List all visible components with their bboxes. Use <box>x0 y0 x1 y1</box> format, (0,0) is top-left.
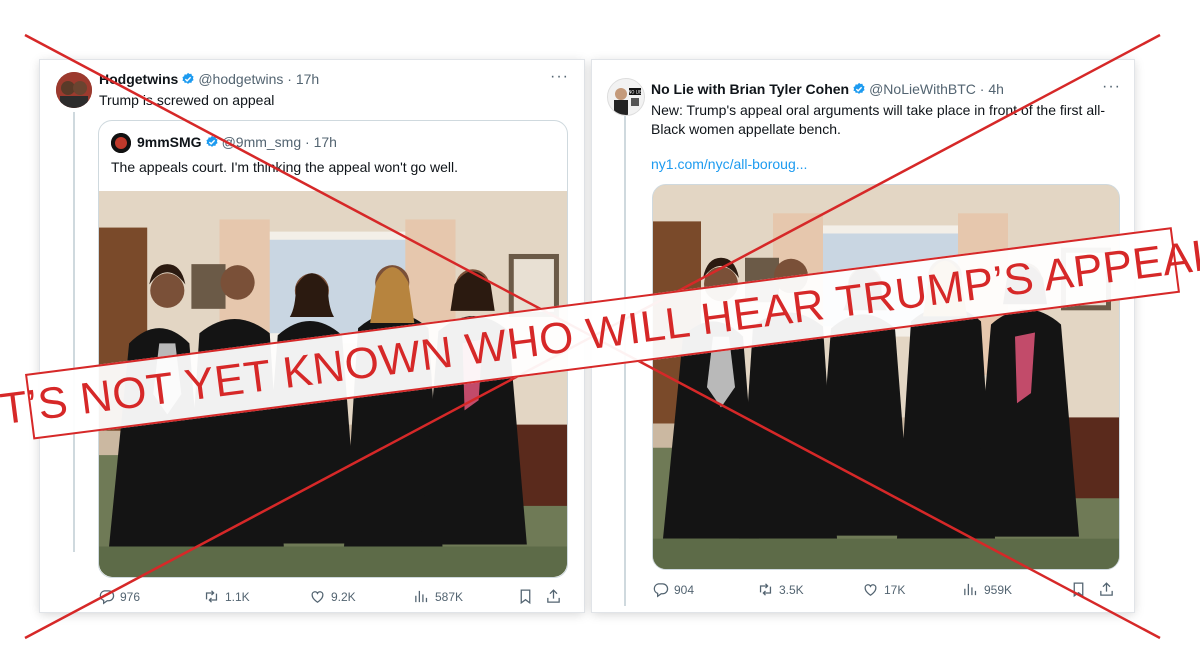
tweet-text-line: New: Trump's appeal oral arguments will … <box>651 102 1105 118</box>
views-button[interactable]: 959K <box>962 581 1070 598</box>
action-bar: 976 1.1K 9.2K 587K <box>98 588 568 605</box>
repost-icon <box>203 588 220 605</box>
verified-icon <box>181 72 195 86</box>
author-avatar[interactable]: NO LIE <box>607 78 645 116</box>
verified-icon <box>852 82 866 96</box>
repost-icon <box>757 581 774 598</box>
author-avatar[interactable] <box>56 72 92 108</box>
like-count: 17K <box>884 582 906 597</box>
author-name[interactable]: Hodgetwins <box>99 71 178 87</box>
reply-button[interactable]: 904 <box>652 581 757 598</box>
more-icon[interactable]: ··· <box>1102 78 1121 96</box>
like-button[interactable]: 9.2K <box>309 588 413 605</box>
quote-author-handle: @9mm_smg <box>221 134 302 150</box>
repost-button[interactable]: 1.1K <box>203 588 309 605</box>
bookmark-button[interactable] <box>1070 581 1098 598</box>
bookmark-icon <box>1070 581 1087 598</box>
views-count: 959K <box>984 582 1013 597</box>
more-icon[interactable]: ··· <box>550 68 569 86</box>
like-count: 9.2K <box>331 589 356 604</box>
tweet-link[interactable]: ny1.com/nyc/all-boroug... <box>651 155 807 174</box>
bookmark-icon <box>517 588 534 605</box>
tweet-text: Trump is screwed on appeal <box>99 92 275 108</box>
quote-author-name: 9mmSMG <box>137 134 202 150</box>
views-icon <box>962 581 979 598</box>
reply-icon <box>98 588 115 605</box>
thread-line <box>73 112 75 552</box>
tweet-text: New: Trump's appeal oral arguments will … <box>651 101 1105 139</box>
views-icon <box>413 588 430 605</box>
avatar-logo-text: NO LIE <box>628 90 642 95</box>
tweet-header: Hodgetwins @hodgetwins · 17h <box>99 71 319 87</box>
quote-avatar <box>111 133 131 153</box>
views-count: 587K <box>435 589 464 604</box>
like-icon <box>862 581 879 598</box>
reply-button[interactable]: 976 <box>98 588 203 605</box>
tweet-time[interactable]: · 4h <box>980 81 1004 97</box>
reply-icon <box>652 581 669 598</box>
share-button[interactable] <box>1098 581 1120 598</box>
author-name[interactable]: No Lie with Brian Tyler Cohen <box>651 81 849 97</box>
quote-time: · 17h <box>305 134 337 150</box>
tweet-time[interactable]: · 17h <box>287 71 319 87</box>
tweet-text-line: Black women appellate bench. <box>651 121 841 137</box>
quote-text: The appeals court. I'm thinking the appe… <box>111 159 458 175</box>
reply-count: 976 <box>120 589 141 604</box>
quote-header: 9mmSMG @9mm_smg · 17h <box>137 134 337 150</box>
bookmark-button[interactable] <box>517 588 545 605</box>
repost-count: 3.5K <box>779 582 804 597</box>
tweet-header: No Lie with Brian Tyler Cohen @NoLieWithB… <box>651 81 1004 97</box>
share-button[interactable] <box>545 588 567 605</box>
share-icon <box>1098 581 1115 598</box>
reply-count: 904 <box>674 582 695 597</box>
like-button[interactable]: 17K <box>862 581 962 598</box>
share-icon <box>545 588 562 605</box>
repost-count: 1.1K <box>225 589 250 604</box>
like-icon <box>309 588 326 605</box>
views-button[interactable]: 587K <box>413 588 517 605</box>
verified-icon <box>205 135 219 149</box>
repost-button[interactable]: 3.5K <box>757 581 862 598</box>
action-bar: 904 3.5K 17K 959K <box>652 581 1122 598</box>
author-handle[interactable]: @hodgetwins <box>198 71 283 87</box>
author-handle[interactable]: @NoLieWithBTC <box>869 81 976 97</box>
